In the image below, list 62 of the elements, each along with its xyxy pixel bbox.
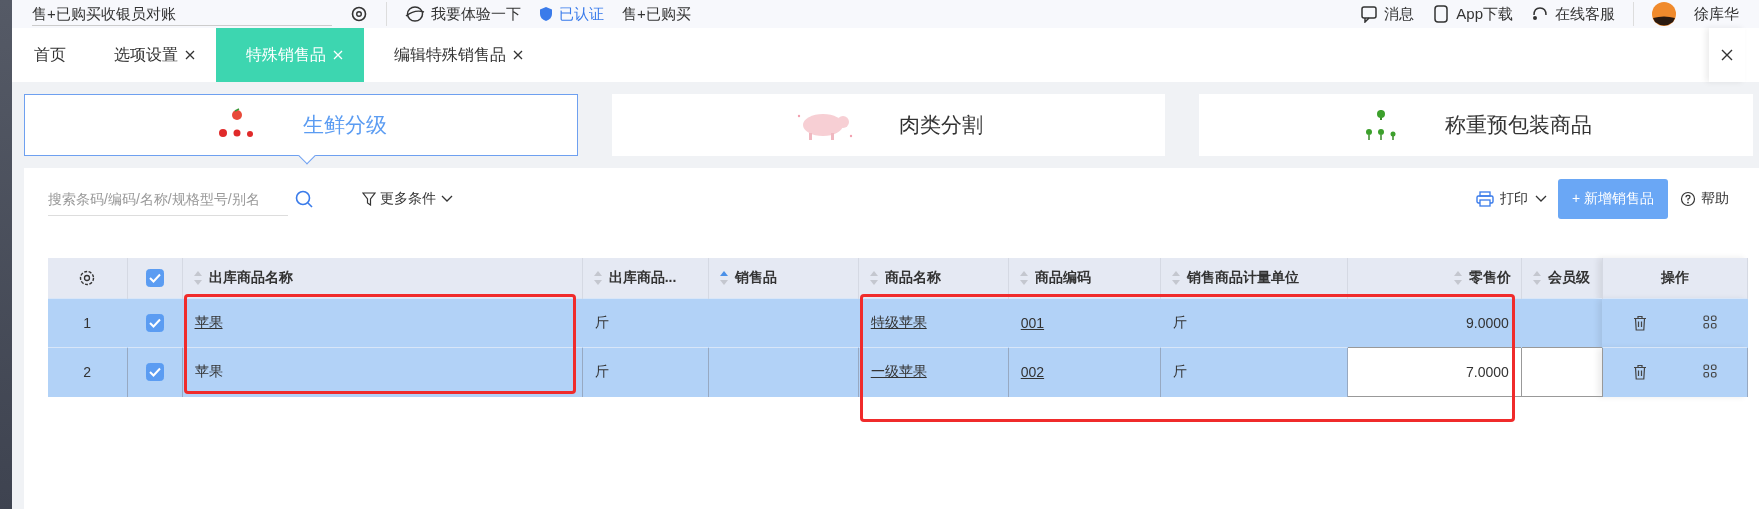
trash-icon[interactable]	[1632, 315, 1647, 331]
settings-icon[interactable]	[78, 269, 97, 287]
checkbox[interactable]	[145, 314, 164, 332]
checkbox[interactable]	[145, 363, 164, 382]
column-header[interactable]: 商品名称	[884, 269, 941, 287]
shop-field[interactable]: 售+已购买收银员对账	[32, 2, 332, 26]
cell-input[interactable]	[1521, 347, 1603, 397]
headset-icon[interactable]	[1531, 5, 1549, 23]
shield-icon	[539, 6, 553, 22]
cell-input[interactable]: 7.0000	[1347, 347, 1522, 397]
chat-icon[interactable]	[1360, 5, 1379, 23]
caret-icon	[440, 194, 454, 204]
user-name[interactable]: 徐库华	[1694, 4, 1739, 24]
row-number: 2	[83, 364, 92, 381]
print-button[interactable]: 打印	[1475, 190, 1548, 208]
close-icon[interactable]	[512, 49, 524, 61]
top-link[interactable]: 消息	[1384, 4, 1415, 24]
cell-link[interactable]: 特级苹果	[870, 314, 927, 330]
cell-link[interactable]: 002	[1020, 364, 1045, 381]
top-link[interactable]: 在线客服	[1555, 4, 1615, 24]
globe-icon	[405, 5, 425, 23]
table-cell: 斤	[594, 314, 609, 330]
close-icon[interactable]	[184, 49, 196, 61]
top-link[interactable]: 已认证	[559, 4, 604, 24]
table-cell: 苹果	[194, 363, 223, 380]
avatar[interactable]	[1652, 2, 1676, 26]
cell-link[interactable]: 001	[1020, 315, 1045, 331]
caret-icon	[1533, 194, 1548, 204]
column-header: 操作	[1602, 258, 1748, 299]
table-cell: 斤	[1172, 314, 1187, 330]
table-cell: 9.0000	[1466, 315, 1509, 331]
help-icon	[1680, 191, 1696, 207]
cell-link[interactable]: 一级苹果	[870, 363, 927, 380]
tab[interactable]: 编辑特殊销售品	[374, 28, 544, 82]
table-cell: 斤	[594, 363, 609, 380]
sort-icon[interactable]	[718, 270, 729, 286]
top-link[interactable]: 我要体验一下	[431, 4, 521, 24]
column-header[interactable]: 商品编码	[1034, 269, 1091, 287]
search-icon[interactable]	[294, 189, 314, 209]
gear-icon[interactable]	[350, 5, 368, 23]
tab[interactable]: 首页	[12, 28, 94, 82]
tab[interactable]: 选项设置	[94, 28, 216, 82]
grid-icon[interactable]	[1702, 315, 1717, 329]
phone-icon[interactable]	[1432, 5, 1451, 23]
checkbox[interactable]	[145, 269, 164, 287]
top-link[interactable]: 售+已购买	[622, 4, 691, 24]
funnel-icon	[362, 192, 376, 206]
top-link[interactable]: App下载	[1456, 4, 1513, 24]
column-header[interactable]: 销售品	[734, 269, 777, 287]
trash-icon[interactable]	[1632, 364, 1647, 381]
cell-link[interactable]: 苹果	[194, 314, 223, 330]
category-card[interactable]: 肉类分割	[611, 94, 1166, 156]
table-cell: 斤	[1172, 363, 1187, 380]
column-header[interactable]: 出库商品名称	[208, 269, 293, 287]
filter-button[interactable]: 更多条件	[362, 190, 454, 208]
column-header[interactable]: 零售价	[1468, 269, 1511, 287]
row-number: 1	[83, 315, 92, 331]
help-link[interactable]: 帮助	[1680, 190, 1729, 208]
printer-icon	[1475, 191, 1494, 207]
close-icon	[1720, 48, 1734, 62]
grid-icon[interactable]	[1702, 364, 1717, 379]
category-card[interactable]: 称重预包装商品	[1199, 94, 1753, 156]
